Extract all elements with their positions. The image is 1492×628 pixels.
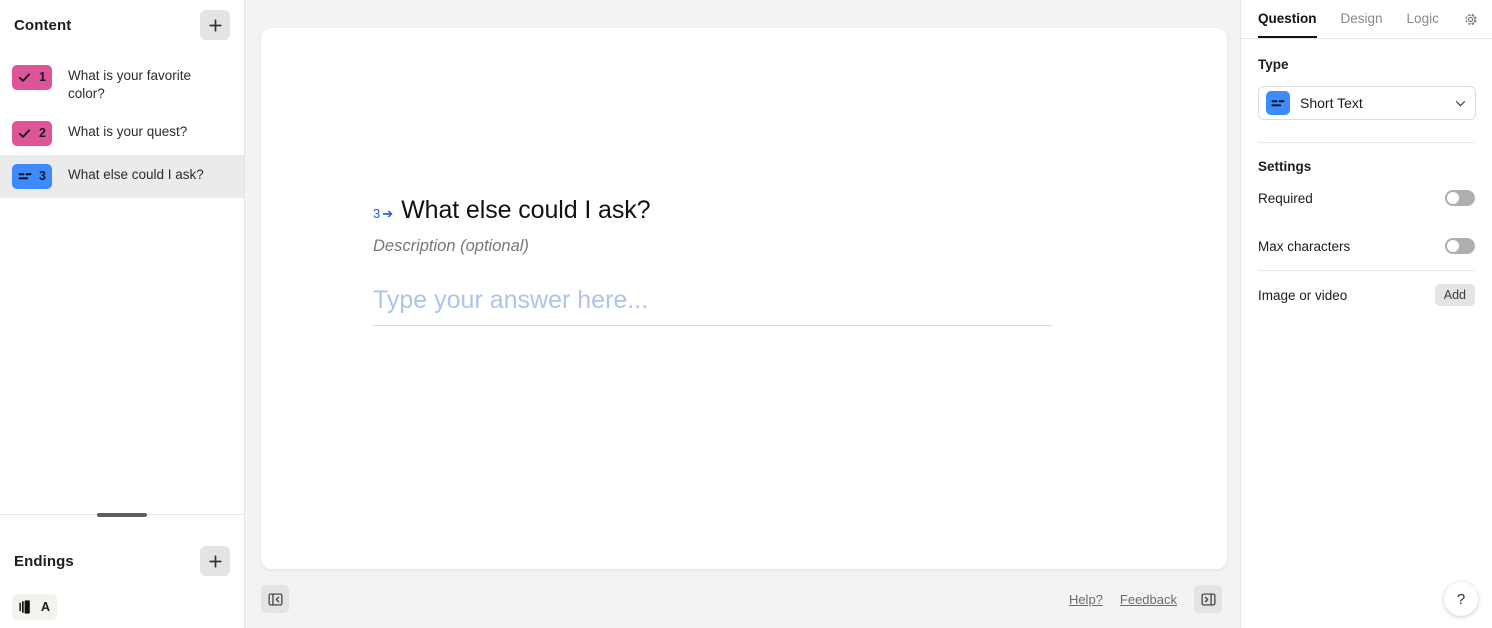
app-root: Content 1 What is your favorite color? 2… bbox=[0, 0, 1492, 628]
add-media-button[interactable]: Add bbox=[1434, 284, 1475, 306]
sidebar-item-question-2[interactable]: 2 What is your quest? bbox=[0, 112, 244, 155]
center-canvas-area: 3 ➔ What else could I ask? Description (… bbox=[245, 0, 1240, 628]
right-panel: Question Design Logic Type Short Text Se… bbox=[1240, 0, 1492, 628]
short-text-glyph-icon bbox=[1271, 99, 1285, 106]
add-ending-button[interactable] bbox=[200, 546, 230, 576]
help-link[interactable]: Help? bbox=[1069, 592, 1103, 607]
sidebar-splitter bbox=[0, 513, 244, 536]
question-label-1: What is your favorite color? bbox=[68, 68, 192, 101]
plus-icon bbox=[208, 18, 222, 32]
right-panel-tabs: Question Design Logic bbox=[1241, 0, 1492, 39]
chevron-down-icon bbox=[1455, 100, 1466, 106]
ending-screen-icon bbox=[19, 600, 30, 614]
ending-letter-a: A bbox=[40, 600, 50, 614]
help-fab-button[interactable]: ? bbox=[1444, 582, 1478, 616]
question-description-placeholder[interactable]: Description (optional) bbox=[373, 237, 1073, 256]
arrow-right-icon: ➔ bbox=[382, 206, 394, 221]
content-panel-header: Content bbox=[0, 0, 244, 50]
plus-icon bbox=[208, 554, 222, 568]
question-number-2: 2 bbox=[39, 126, 46, 141]
answer-field[interactable]: Type your answer here... bbox=[373, 286, 1052, 326]
question-title-row: 3 ➔ What else could I ask? bbox=[373, 196, 1073, 225]
toggle-knob bbox=[1447, 240, 1459, 252]
question-badge-1: 1 bbox=[12, 65, 52, 90]
short-text-icon bbox=[1266, 91, 1290, 115]
add-content-button[interactable] bbox=[200, 10, 230, 40]
setting-row-required: Required bbox=[1258, 174, 1475, 222]
endings-panel-header: Endings bbox=[0, 536, 244, 586]
question-number-3: 3 bbox=[39, 169, 46, 184]
answer-underline bbox=[373, 325, 1052, 326]
short-text-icon bbox=[18, 173, 32, 180]
question-badge-3: 3 bbox=[12, 164, 52, 189]
settings-gear-button[interactable] bbox=[1463, 12, 1478, 27]
settings-rows: Required Max characters Image or video A… bbox=[1241, 174, 1492, 319]
setting-row-max-characters: Max characters bbox=[1258, 222, 1475, 270]
question-type-value: Short Text bbox=[1300, 95, 1363, 111]
endings-panel-title: Endings bbox=[14, 552, 74, 570]
image-or-video-label: Image or video bbox=[1258, 287, 1348, 303]
sidebar-item-question-1[interactable]: 1 What is your favorite color? bbox=[0, 56, 244, 112]
sidebar-item-question-3[interactable]: 3 What else could I ask? bbox=[0, 155, 244, 198]
type-section: Type Short Text bbox=[1241, 39, 1492, 143]
type-label: Type bbox=[1258, 57, 1289, 72]
required-label: Required bbox=[1258, 190, 1313, 206]
tab-logic[interactable]: Logic bbox=[1407, 0, 1439, 38]
panel-collapse-left-icon bbox=[268, 592, 282, 606]
question-number-1: 1 bbox=[39, 70, 46, 85]
settings-section-header: Settings bbox=[1241, 143, 1492, 174]
footer-links: Help? Feedback bbox=[1069, 585, 1222, 613]
ending-badge-a: A bbox=[12, 594, 57, 620]
question-index: 3 ➔ bbox=[373, 206, 393, 223]
sidebar-item-ending-a[interactable]: A bbox=[0, 586, 244, 628]
content-question-list: 1 What is your favorite color? 2 What is… bbox=[0, 50, 244, 514]
max-characters-label: Max characters bbox=[1258, 238, 1351, 254]
feedback-link[interactable]: Feedback bbox=[1120, 592, 1177, 607]
setting-row-image-or-video: Image or video Add bbox=[1258, 271, 1475, 319]
gear-icon bbox=[1465, 13, 1477, 25]
check-icon bbox=[18, 129, 31, 138]
tab-design[interactable]: Design bbox=[1341, 0, 1383, 38]
question-block: 3 ➔ What else could I ask? Description (… bbox=[373, 196, 1073, 326]
answer-placeholder: Type your answer here... bbox=[373, 286, 649, 314]
question-badge-2: 2 bbox=[12, 121, 52, 146]
sidebar-drag-handle[interactable] bbox=[97, 513, 147, 517]
panel-expand-right-icon bbox=[1201, 592, 1215, 606]
question-preview-card: 3 ➔ What else could I ask? Description (… bbox=[261, 28, 1227, 569]
question-type-select[interactable]: Short Text bbox=[1258, 86, 1476, 120]
max-characters-toggle[interactable] bbox=[1445, 238, 1475, 254]
question-index-number: 3 bbox=[373, 206, 381, 221]
tab-question[interactable]: Question bbox=[1258, 0, 1317, 38]
question-title[interactable]: What else could I ask? bbox=[401, 196, 650, 225]
required-toggle[interactable] bbox=[1445, 190, 1475, 206]
question-label-2: What is your quest? bbox=[68, 124, 188, 139]
left-sidebar: Content 1 What is your favorite color? 2… bbox=[0, 0, 245, 628]
toggle-knob bbox=[1447, 192, 1459, 204]
content-panel-title: Content bbox=[14, 16, 72, 34]
question-label-3: What else could I ask? bbox=[68, 167, 204, 182]
endings-section: Endings A bbox=[0, 536, 244, 628]
expand-right-panel-button[interactable] bbox=[1194, 585, 1222, 613]
canvas-footer: Help? Feedback bbox=[245, 570, 1240, 628]
collapse-left-panel-button[interactable] bbox=[261, 585, 289, 613]
check-icon bbox=[18, 73, 31, 82]
settings-label: Settings bbox=[1258, 159, 1312, 174]
